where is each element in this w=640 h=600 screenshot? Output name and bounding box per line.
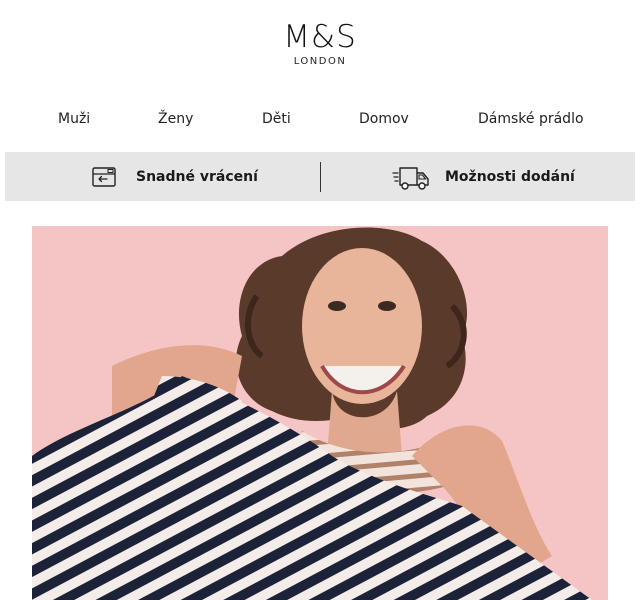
hero-photo — [32, 226, 608, 600]
return-box-icon — [90, 164, 120, 190]
easy-returns-label: Snadné vrácení — [136, 168, 258, 185]
service-divider — [320, 162, 321, 192]
delivery-options-label: Možnosti dodání — [445, 168, 575, 185]
nav-item-domov[interactable]: Domov — [359, 108, 409, 130]
main-nav: Muži Ženy Děti Domov Dámské prádlo — [0, 108, 640, 130]
nav-item-deti[interactable]: Děti — [262, 108, 291, 130]
brand-name: M&S — [283, 19, 357, 55]
service-bar: Snadné vrácení Možnosti dodání — [5, 152, 635, 201]
delivery-truck-icon — [391, 164, 431, 190]
nav-item-damske-pradlo[interactable]: Dámské prádlo — [478, 108, 584, 130]
hero-banner[interactable] — [32, 226, 608, 600]
brand-tagline: LONDON — [293, 56, 347, 67]
nav-item-zeny[interactable]: Ženy — [158, 108, 193, 130]
easy-returns-link[interactable]: Snadné vrácení — [90, 152, 258, 201]
brand-logo[interactable]: M&S LONDON — [0, 18, 640, 68]
nav-item-muzi[interactable]: Muži — [58, 108, 90, 130]
delivery-options-link[interactable]: Možnosti dodání — [391, 152, 575, 201]
